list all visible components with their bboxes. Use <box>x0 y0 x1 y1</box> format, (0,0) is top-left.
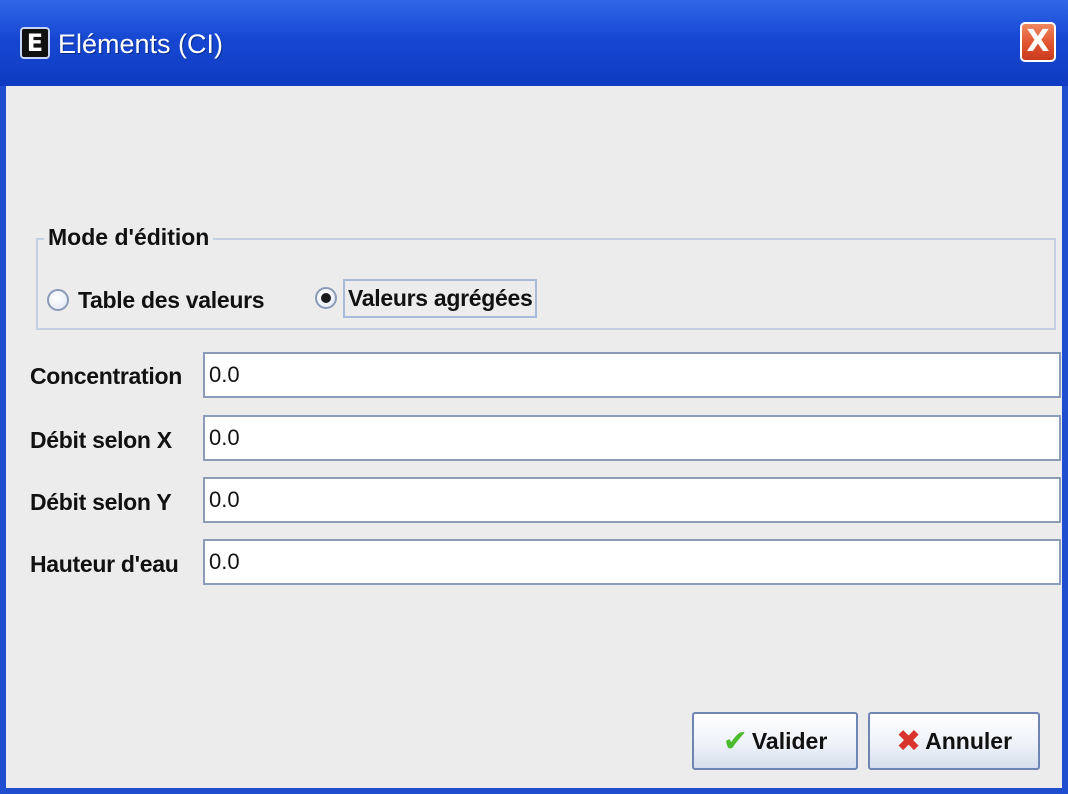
title-bar[interactable]: E Eléments (CI) X <box>0 0 1068 86</box>
dialog-window: E Eléments (CI) X Mode d'édition Table d… <box>0 0 1068 794</box>
cancel-button-label: Annuler <box>925 727 1013 754</box>
edit-mode-legend: Mode d'édition <box>44 222 214 252</box>
radio-aggregated-values-label: Valeurs agrégées <box>343 278 538 318</box>
app-icon: E <box>20 27 50 59</box>
water-height-input[interactable]: 0.0 <box>203 539 1061 585</box>
validate-button[interactable]: ✔ Valider <box>692 712 858 770</box>
flow-x-input[interactable]: 0.0 <box>203 415 1061 461</box>
water-height-label: Hauteur d'eau <box>30 551 179 577</box>
radio-aggregated-values[interactable]: Valeurs agrégées <box>315 276 538 320</box>
check-icon: ✔ <box>722 723 748 759</box>
validate-button-label: Valider <box>751 727 828 754</box>
flow-x-label: Débit selon X <box>30 427 172 453</box>
flow-y-input[interactable]: 0.0 <box>203 477 1061 523</box>
flow-y-label: Débit selon Y <box>30 489 172 515</box>
concentration-label: Concentration <box>30 363 182 389</box>
window-title: Eléments (CI) <box>58 29 224 59</box>
radio-checked-icon <box>315 287 337 309</box>
radio-table-values[interactable]: Table des valeurs <box>47 278 267 322</box>
close-icon: X <box>1026 24 1050 59</box>
radio-table-values-label: Table des valeurs <box>78 286 265 313</box>
cancel-button[interactable]: ✖ Annuler <box>868 712 1040 770</box>
close-button[interactable]: X <box>1020 22 1056 62</box>
concentration-input[interactable]: 0.0 <box>203 352 1061 398</box>
cross-icon: ✖ <box>895 723 922 759</box>
radio-unchecked-icon <box>47 289 69 311</box>
